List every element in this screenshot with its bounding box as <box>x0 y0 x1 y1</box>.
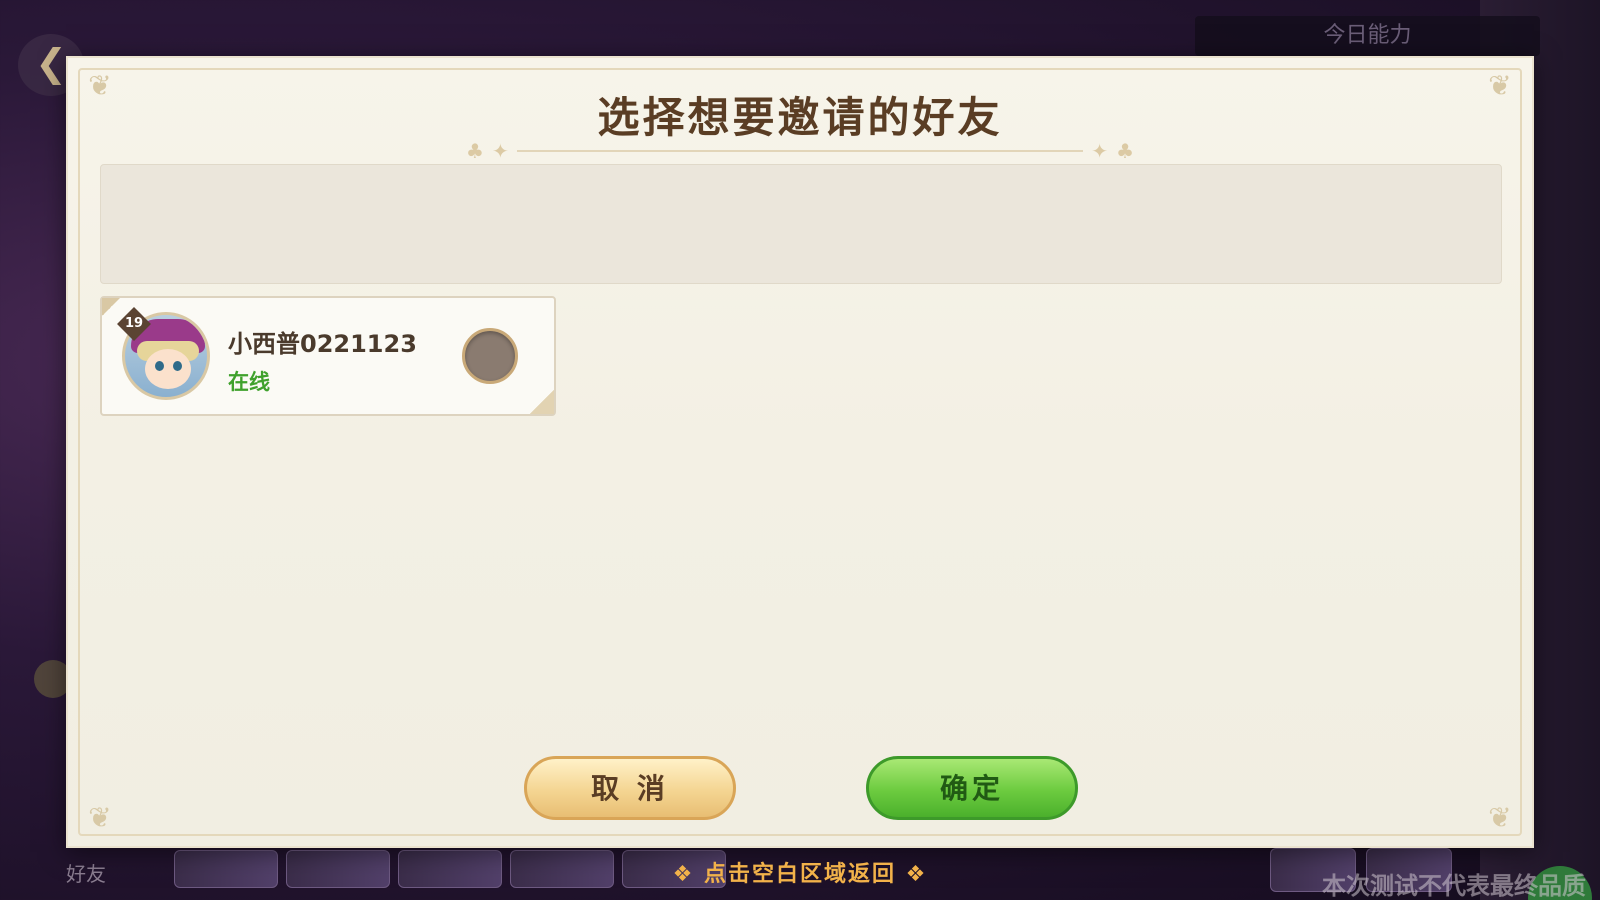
hint-text: 点击空白区域返回 <box>703 862 896 887</box>
corner-ornament-icon: ❦ <box>1488 801 1512 834</box>
divider-line <box>516 150 1084 152</box>
title-divider: ♣ ✦ ✦ ♣ <box>466 139 1134 163</box>
friend-name: 小西普0221123 <box>228 330 417 358</box>
clover-icon: ♣ <box>466 139 484 163</box>
sparkle-icon: ✦ <box>491 139 509 163</box>
dialog-title: 选择想要邀请的好友 <box>597 93 1003 142</box>
corner-ornament-icon: ❦ <box>88 801 112 834</box>
avatar-eye <box>155 361 164 371</box>
cancel-button[interactable]: 取 消 <box>524 756 736 820</box>
level-badge-value: 19 <box>124 316 144 331</box>
friend-status: 在线 <box>228 370 270 394</box>
invite-friend-dialog: ❦ ❦ ❦ ❦ 选择想要邀请的好友 ♣ ✦ ✦ ♣ 19 小西普0221123 … <box>66 56 1534 848</box>
avatar-eye <box>173 361 182 371</box>
sparkle-icon: ✦ <box>1091 139 1109 163</box>
power-label: 今日能力 <box>1195 16 1540 56</box>
diamond-arrow-icon: ❖ <box>672 862 695 887</box>
friend-list-item[interactable]: 19 小西普0221123 在线 <box>100 296 556 416</box>
select-radio-button[interactable] <box>462 328 518 384</box>
tap-blank-to-return-hint: ❖ 点击空白区域返回 ❖ <box>0 856 1600 888</box>
confirm-button[interactable]: 确定 <box>866 756 1078 820</box>
clover-icon: ♣ <box>1116 139 1134 163</box>
avatar-face <box>145 349 191 389</box>
diamond-arrow-icon: ❖ <box>905 862 928 887</box>
search-bar[interactable] <box>100 164 1502 284</box>
